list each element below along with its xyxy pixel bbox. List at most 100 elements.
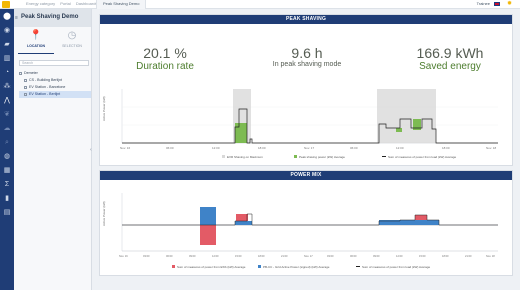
x-tick: Nov. 16 xyxy=(119,254,128,258)
peak-shaving-area xyxy=(235,123,247,143)
legend-item[interactable]: PB-CC - Grid Active Power (signed) (kW) … xyxy=(263,265,330,269)
checkbox[interactable] xyxy=(24,85,27,89)
menu-icon[interactable]: ≡ xyxy=(15,15,18,21)
globe-icon[interactable]: ◉ xyxy=(3,27,11,35)
peak-icon[interactable]: ⋀ xyxy=(3,97,11,105)
location-tree: Demeter CS - Building Berlijnt EV Statio… xyxy=(19,70,91,98)
tree-node-label: EV Station - Barcelone xyxy=(29,85,66,89)
checkbox[interactable] xyxy=(19,71,22,75)
load-series-line xyxy=(122,108,498,144)
kpi-label: In peak shaving mode xyxy=(272,61,342,68)
legend-item[interactable]: Sum of measures of power from ESS (kW) A… xyxy=(177,265,246,269)
legend-item[interactable]: EVR Shaving on Maximum xyxy=(227,155,263,159)
ess-power-bar xyxy=(415,215,427,220)
power-mix-title: POWER MIX xyxy=(100,171,512,180)
chart-legend: Sum of measures of power from ESS (kW) A… xyxy=(172,265,430,269)
breadcrumb-item[interactable]: Energy category xyxy=(26,1,55,6)
kpi-value: 9.6 h xyxy=(291,45,323,61)
tree-node[interactable]: CS - Building Berlijnt xyxy=(19,77,91,84)
sun-icon[interactable]: ✹ xyxy=(507,1,512,7)
clock-icon: ◷ xyxy=(67,30,77,41)
tab-location[interactable]: 📍 LOCATION xyxy=(18,30,54,54)
cloud-icon[interactable]: ☁ xyxy=(3,125,11,133)
x-tick: Nov. 18 xyxy=(486,146,496,150)
sidebar-header: ≡ Peak Shaving Demo xyxy=(14,9,91,27)
power-mix-panel: POWER MIX Active Power (kW) Nov. 16 03:0… xyxy=(99,170,513,276)
x-tick: 18:00 xyxy=(258,254,265,258)
tree-node[interactable]: EV Station - Barcelone xyxy=(19,84,91,91)
x-tick: 06:00 xyxy=(350,254,357,258)
nodes-icon[interactable]: ⁂ xyxy=(3,83,11,91)
search-icon[interactable]: ⌕ xyxy=(3,139,11,147)
x-tick: 06:00 xyxy=(166,146,174,150)
x-tick: 12:00 xyxy=(396,146,404,150)
location-icon[interactable]: ⬤ xyxy=(3,13,11,21)
breadcrumb-item[interactable]: Dashboards xyxy=(76,1,98,6)
folder-icon[interactable]: ▰ xyxy=(3,41,11,49)
x-tick: 21:00 xyxy=(465,254,472,258)
x-tick-labels: Nov. 16 06:00 12:00 18:00 Nov. 17 06:00 … xyxy=(120,146,496,150)
kpi-saved-energy: 166.9 kWh Saved energy xyxy=(390,45,510,72)
x-tick: Nov. 17 xyxy=(304,146,314,150)
peak-shaving-area xyxy=(396,128,402,132)
gauge-icon[interactable]: ◔ xyxy=(3,69,11,77)
x-tick-labels: Nov. 16 03:00 06:00 09:00 12:00 15:00 18… xyxy=(119,254,495,258)
x-tick: 03:00 xyxy=(143,254,150,258)
sidebar: ≡ Peak Shaving Demo 📍 LOCATION ◷ SELECTI… xyxy=(14,9,92,290)
legend-item[interactable]: Sum of measures of power from load (kW) … xyxy=(362,265,430,269)
document-tab[interactable]: Peak Shaving Demo xyxy=(96,0,147,9)
legend-swatch xyxy=(258,265,261,268)
tree-node[interactable]: Demeter xyxy=(19,70,91,77)
x-tick: 18:00 xyxy=(442,146,450,150)
app-logo[interactable] xyxy=(2,1,10,8)
chart-legend: EVR Shaving on Maximum Peak shaving powe… xyxy=(222,155,456,159)
x-tick: 15:00 xyxy=(235,254,242,258)
top-bar: Energy category Portal Dashboards Peak S… xyxy=(0,0,520,9)
breadcrumb-item[interactable]: Portal xyxy=(60,1,70,6)
tab-selection[interactable]: ◷ SELECTION xyxy=(54,30,90,54)
checkbox[interactable] xyxy=(24,78,27,82)
collapse-sidebar-icon[interactable]: ‹ xyxy=(90,147,92,153)
legend-swatch xyxy=(172,265,175,268)
x-tick: Nov. 16 xyxy=(120,146,130,150)
map-pin-icon: 📍 xyxy=(29,30,43,41)
ess-power-bar xyxy=(200,225,216,245)
x-tick: 15:00 xyxy=(419,254,426,258)
leaf-icon[interactable]: ❦ xyxy=(3,111,11,119)
tab-selection-label: SELECTION xyxy=(62,44,82,48)
grid-power-bar xyxy=(235,221,252,225)
meter-icon[interactable]: ◍ xyxy=(3,153,11,161)
peak-shaving-area xyxy=(413,119,421,130)
battery-icon[interactable]: ▮ xyxy=(3,195,11,203)
x-tick: 06:00 xyxy=(166,254,173,258)
sidebar-title: Peak Shaving Demo xyxy=(21,14,79,20)
sigma-icon[interactable]: Σ xyxy=(3,181,11,189)
language-flag-icon[interactable] xyxy=(494,2,500,6)
kpi-mode: 9.6 h In peak shaving mode xyxy=(252,45,362,68)
grid-icon[interactable]: ▦ xyxy=(3,167,11,175)
breadcrumb: Energy category Portal Dashboards xyxy=(26,1,101,6)
user-name[interactable]: Trainee xyxy=(477,1,490,6)
checkbox[interactable] xyxy=(24,92,27,96)
legend-swatch xyxy=(294,155,297,158)
legend-item[interactable]: Peak shaving power (kW) Average xyxy=(299,155,345,159)
ess-power-bar xyxy=(236,214,248,221)
search-input[interactable]: Search xyxy=(19,60,89,66)
peak-shaving-chart: Active Power (kW) Nov. 16 06:00 12:00 18… xyxy=(102,89,498,159)
y-axis-label: Active Power (kW) xyxy=(102,96,106,121)
table-icon[interactable]: ▤ xyxy=(3,209,11,217)
legend-item[interactable]: Sum of measures of power from load (kW) … xyxy=(388,155,456,159)
x-tick: 12:00 xyxy=(396,254,403,258)
chart-icon[interactable]: ▥ xyxy=(3,55,11,63)
shaving-band xyxy=(377,89,436,143)
x-tick: 18:00 xyxy=(258,146,266,150)
kpi-value: 20.1 % xyxy=(143,45,187,61)
tree-node-selected[interactable]: EV Station - Berlijnt xyxy=(19,91,91,98)
kpi-value: 166.9 kWh xyxy=(416,45,484,61)
peak-shaving-title: PEAK SHAVING xyxy=(100,15,512,24)
x-tick: 18:00 xyxy=(442,254,449,258)
x-tick: 12:00 xyxy=(212,146,220,150)
x-tick: 03:00 xyxy=(327,254,334,258)
x-tick: 06:00 xyxy=(350,146,358,150)
x-tick: Nov. 18 xyxy=(486,254,495,258)
